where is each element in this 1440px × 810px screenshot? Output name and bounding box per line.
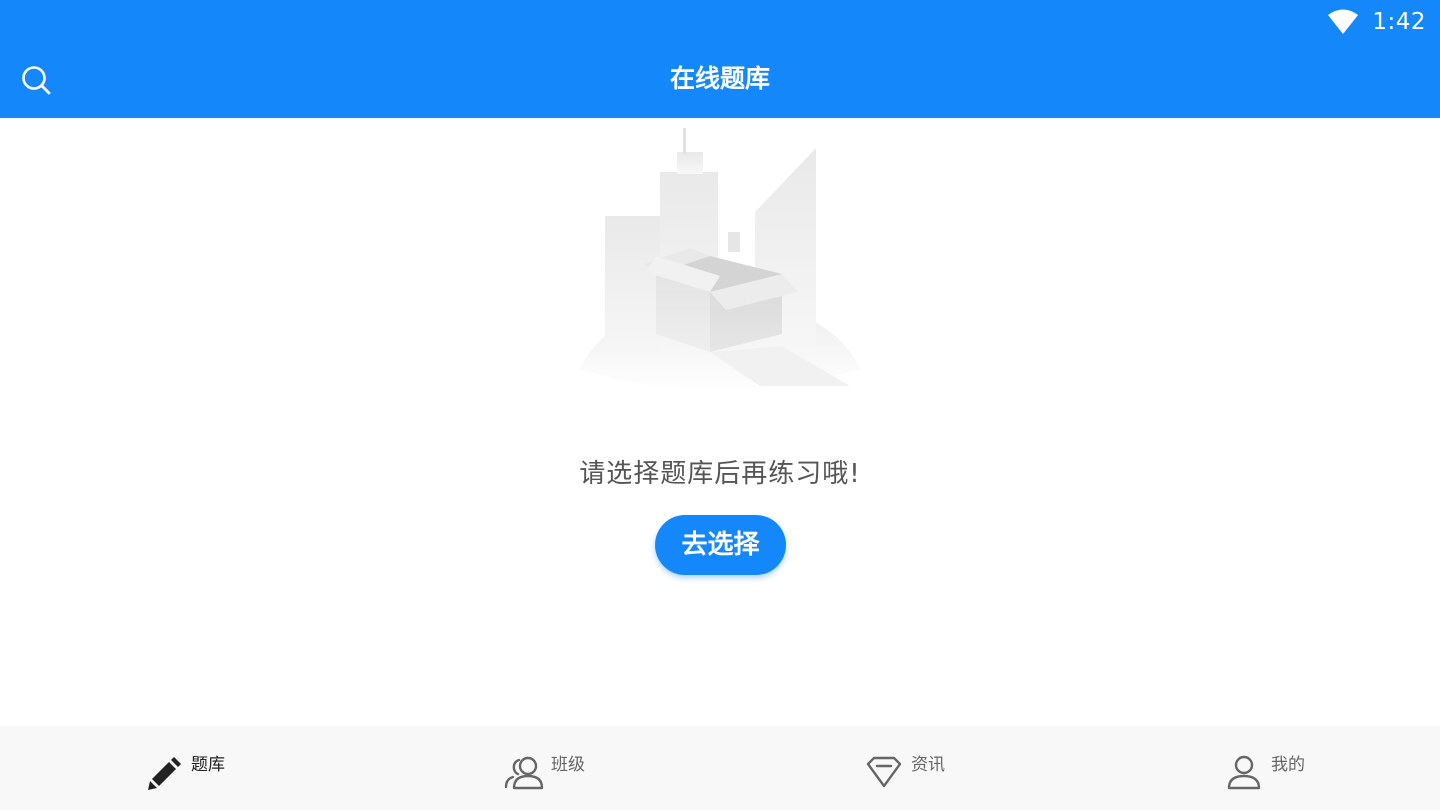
nav-label-mine: 我的 xyxy=(1271,755,1305,775)
choose-bank-button[interactable]: 去选择 xyxy=(655,515,786,575)
users-icon xyxy=(504,752,544,792)
status-bar: 1:42 xyxy=(1328,6,1426,38)
page-title: 在线题库 xyxy=(669,64,770,93)
wifi-icon xyxy=(1328,9,1359,34)
nav-label-question-bank: 题库 xyxy=(191,755,225,775)
nav-item-class[interactable]: 班级 xyxy=(360,726,720,810)
nav-item-news[interactable]: 资讯 xyxy=(720,726,1080,810)
nav-label-class: 班级 xyxy=(551,755,585,775)
empty-box-city-illustration xyxy=(570,124,870,396)
empty-message: 请选择题库后再练习哦! xyxy=(579,459,861,489)
status-time: 1:42 xyxy=(1372,9,1426,35)
diamond-icon xyxy=(864,752,904,792)
nav-item-mine[interactable]: 我的 xyxy=(1080,726,1440,810)
pencil-icon xyxy=(144,752,184,792)
user-icon xyxy=(1224,752,1264,792)
nav-label-news: 资讯 xyxy=(911,755,945,775)
nav-item-question-bank[interactable]: 题库 xyxy=(0,726,360,810)
bottom-navigation: 题库 班级 资讯 我的 xyxy=(0,726,1440,810)
app-header: 1:42 在线题库 xyxy=(0,0,1440,118)
